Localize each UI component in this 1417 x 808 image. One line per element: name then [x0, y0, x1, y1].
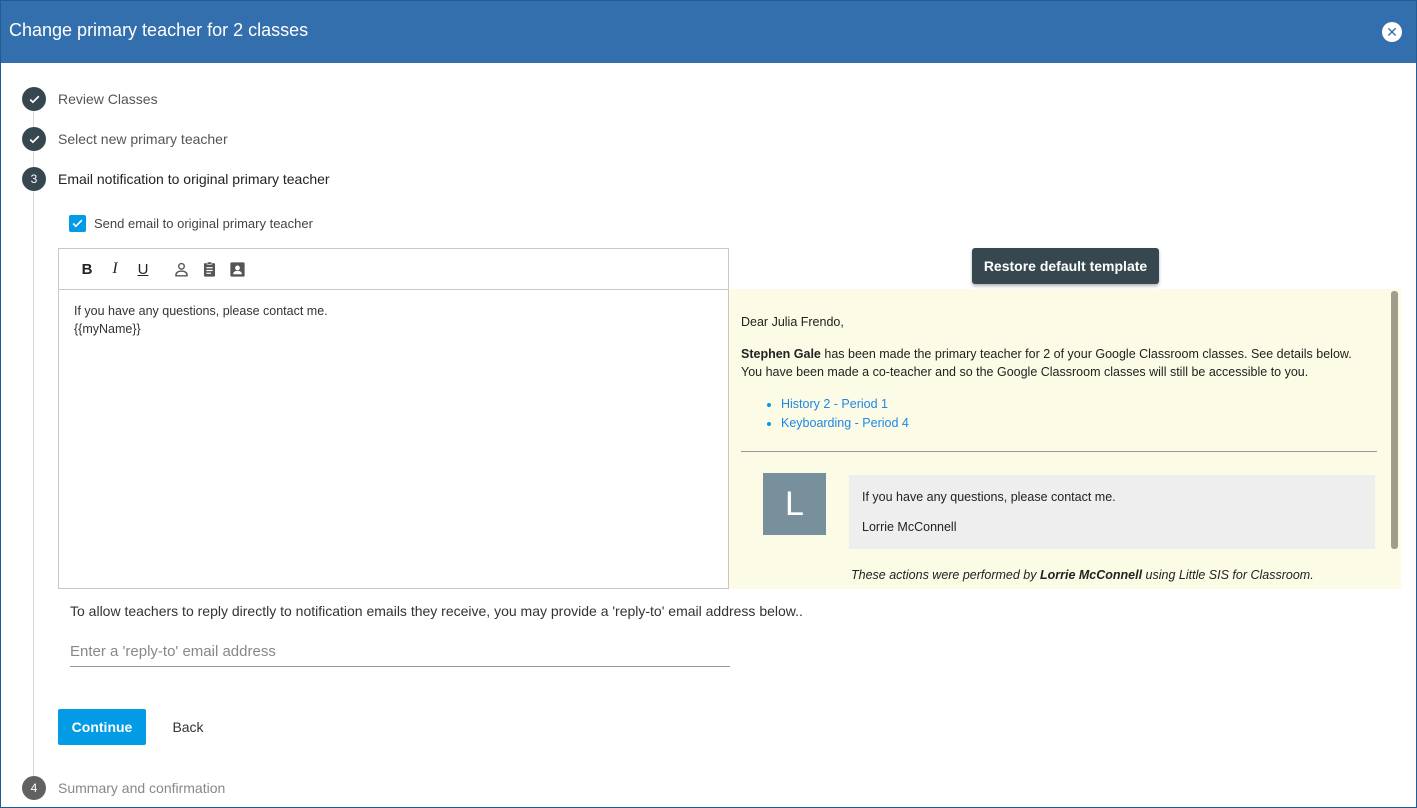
class-link[interactable]: History 2 - Period 1	[781, 397, 888, 411]
preview-scrollbar[interactable]	[1391, 291, 1398, 549]
signature-message: If you have any questions, please contac…	[862, 490, 1116, 504]
preview-body: Stephen Gale has been made the primary t…	[741, 345, 1377, 381]
check-icon	[22, 127, 46, 151]
step-number: 3	[22, 167, 46, 191]
preview-body-line2: You have been made a co-teacher and so t…	[741, 365, 1309, 379]
step-number: 4	[22, 776, 46, 800]
continue-button[interactable]: Continue	[58, 709, 146, 745]
step-label: Email notification to original primary t…	[58, 171, 330, 187]
step-email-notification: 3 Email notification to original primary…	[22, 167, 330, 191]
step-select-teacher: Select new primary teacher	[22, 127, 228, 151]
send-email-checkbox[interactable]	[69, 215, 86, 232]
class-list-item: History 2 - Period 1	[781, 395, 1377, 414]
editor-line: If you have any questions, please contac…	[74, 304, 328, 318]
bold-button[interactable]: B	[73, 255, 101, 283]
footer-actor: Lorrie McConnell	[1039, 568, 1143, 582]
editor-content[interactable]: If you have any questions, please contac…	[59, 290, 728, 350]
dialog-title: Change primary teacher for 2 classes	[9, 20, 309, 40]
change-primary-teacher-dialog: Change primary teacher for 2 classes ✕ R…	[0, 0, 1417, 808]
avatar: L	[763, 473, 826, 535]
signature-box: If you have any questions, please contac…	[849, 475, 1375, 549]
reply-to-description: To allow teachers to reply directly to n…	[70, 603, 803, 619]
email-preview: Dear Julia Frendo, Stephen Gale has been…	[729, 289, 1401, 589]
preview-body-line1: has been made the primary teacher for 2 …	[820, 347, 1352, 361]
new-teacher-name: Stephen Gale	[741, 347, 821, 361]
stepper-line	[33, 111, 34, 776]
signature-name: Lorrie McConnell	[862, 520, 957, 534]
class-list-item: Keyboarding - Period 4	[781, 414, 1377, 433]
preview-footer-note: These actions were performed by Lorrie M…	[851, 568, 1314, 582]
editor-line: {{myName}}	[74, 322, 141, 336]
send-email-label: Send email to original primary teacher	[94, 216, 313, 231]
clipboard-icon[interactable]	[195, 255, 223, 283]
dialog-header: Change primary teacher for 2 classes ✕	[1, 1, 1416, 63]
step-label: Summary and confirmation	[58, 780, 226, 796]
preview-divider	[741, 451, 1377, 452]
back-button[interactable]: Back	[161, 709, 215, 745]
step-summary: 4 Summary and confirmation	[22, 776, 225, 800]
close-icon[interactable]: ✕	[1382, 22, 1402, 42]
class-link[interactable]: Keyboarding - Period 4	[781, 416, 909, 430]
reply-to-email-input[interactable]	[70, 637, 730, 667]
send-email-checkbox-row[interactable]: Send email to original primary teacher	[69, 215, 313, 232]
check-icon	[72, 219, 83, 228]
step-label: Review Classes	[58, 91, 158, 107]
step-review-classes: Review Classes	[22, 87, 158, 111]
italic-button[interactable]: I	[101, 255, 129, 283]
class-list: History 2 - Period 1 Keyboarding - Perio…	[741, 395, 1377, 433]
underline-button[interactable]: U	[129, 255, 157, 283]
email-editor: B I U If you have any questions, please …	[58, 248, 729, 589]
editor-toolbar: B I U	[59, 249, 728, 290]
person-icon[interactable]	[167, 255, 195, 283]
check-icon	[22, 87, 46, 111]
preview-greeting: Dear Julia Frendo,	[741, 315, 844, 329]
preview-content: Dear Julia Frendo, Stephen Gale has been…	[741, 313, 1377, 445]
restore-default-template-button[interactable]: Restore default template	[972, 248, 1159, 284]
step-label: Select new primary teacher	[58, 131, 228, 147]
contact-card-icon[interactable]	[223, 255, 251, 283]
